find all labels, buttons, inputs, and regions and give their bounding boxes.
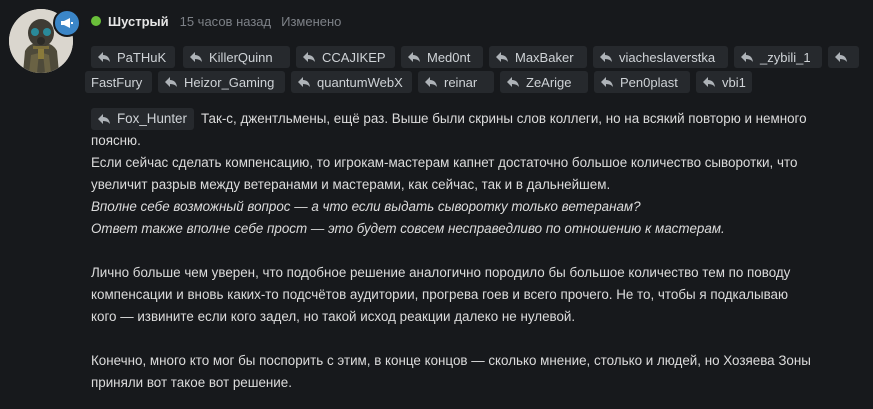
reply-icon (408, 52, 420, 62)
paragraph-1: Fox_Hunter Так-с, джентльмены, ещё раз. В… (91, 108, 851, 240)
reply-icon (600, 52, 612, 62)
reply-icon (741, 52, 753, 62)
reply-icon (835, 52, 847, 62)
reply-icon (98, 114, 110, 124)
megaphone-icon (61, 18, 73, 28)
reply-icon (303, 52, 315, 62)
mention-chip[interactable]: Pen0plast (594, 71, 690, 93)
mention-chip[interactable]: Heizor_Gaming (158, 71, 285, 93)
paragraph-2: Лично больше чем уверен, что подобное ре… (91, 265, 791, 324)
reply-icon (425, 77, 437, 87)
mention-chip[interactable]: KillerQuinn (183, 46, 290, 68)
author-name[interactable]: Шустрый (108, 14, 169, 29)
reply-icon (601, 77, 613, 87)
online-status-dot (91, 16, 101, 26)
reply-icon (98, 52, 110, 62)
post-time[interactable]: 15 часов назад (180, 14, 272, 29)
reply-icon (507, 77, 519, 87)
reply-icon (703, 77, 715, 87)
mention-chip[interactable]: Fox_Hunter (91, 108, 194, 130)
paragraph-3: Конечно, много кто мог бы поспорить с эт… (91, 353, 811, 390)
mention-chip[interactable]: MaxBaker (489, 46, 587, 68)
mention-chip[interactable]: reinar (418, 71, 494, 93)
reply-icon (298, 77, 310, 87)
mention-chip[interactable]: Med0nt (401, 46, 483, 68)
mention-chip[interactable]: vbi1 (696, 71, 752, 93)
reply-icon (165, 77, 177, 87)
mention-chip[interactable]: ZeArige (500, 71, 588, 93)
mention-chip[interactable]: FastFury (85, 71, 152, 93)
author-avatar-wrap[interactable] (9, 9, 81, 73)
reply-icon (190, 52, 202, 62)
post-body: Fox_Hunter Так-с, джентльмены, ещё раз. В… (91, 108, 851, 394)
mention-chip[interactable] (828, 46, 859, 68)
post-header: Шустрый 15 часов назад Изменено (91, 12, 341, 30)
mention-chip[interactable]: CCAJIKEP (296, 46, 395, 68)
mention-chip[interactable]: viacheslaverstka (593, 46, 728, 68)
edited-label[interactable]: Изменено (281, 14, 341, 29)
mention-chip[interactable]: quantumWebX (291, 71, 412, 93)
mention-chip[interactable]: PaTHuK (91, 46, 175, 68)
mention-chip[interactable]: _zybili_1 (734, 46, 822, 68)
reply-icon (496, 52, 508, 62)
announce-badge (53, 9, 81, 37)
